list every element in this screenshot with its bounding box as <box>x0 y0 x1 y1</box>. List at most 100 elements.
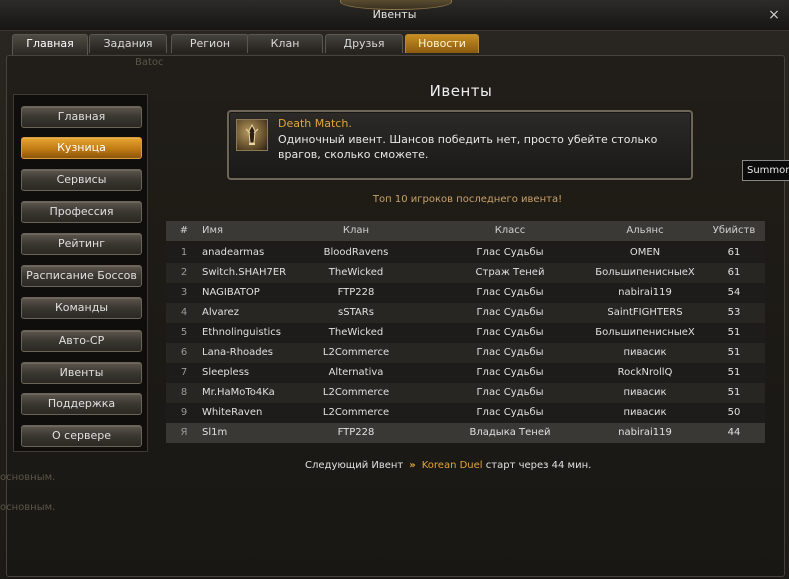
row-name: Mr.HaMoTo4Ka <box>202 387 275 398</box>
row-num: 3 <box>180 287 188 298</box>
row-kills: 51 <box>727 347 741 358</box>
sidebar-item-events[interactable]: Ивенты <box>21 362 142 384</box>
row-clan: TheWicked <box>328 267 384 278</box>
sidebar-item-auto-cp[interactable]: Авто-СР <box>21 330 142 352</box>
row-class: Глас Судьбы <box>476 287 544 298</box>
row-clan: FTP228 <box>337 287 375 298</box>
row-class: Глас Судьбы <box>476 307 544 318</box>
header-clan: Клан <box>342 225 370 236</box>
sidebar: Главная Кузница Сервисы Профессия Рейтин… <box>13 94 148 452</box>
row-ally: nabirai119 <box>618 427 672 438</box>
row-class: Глас Судьбы <box>476 327 544 338</box>
sidebar-item-main[interactable]: Главная <box>21 106 142 128</box>
summon-tooltip[interactable]: Summon <box>742 160 789 181</box>
row-name: Sl1m <box>202 427 228 438</box>
sidebar-item-profession[interactable]: Профессия <box>21 201 142 223</box>
sidebar-item-rating[interactable]: Рейтинг <box>21 233 142 255</box>
row-clan: BloodRavens <box>323 247 389 258</box>
top-players-title: Топ 10 игроков последнего ивента! <box>372 194 563 205</box>
row-ally: пивасик <box>623 347 667 358</box>
row-num: 7 <box>180 367 188 378</box>
row-name: Lana-Rhoades <box>202 347 274 358</box>
row-kills: 51 <box>727 367 741 378</box>
row-num: Я <box>180 427 188 438</box>
background-text: основным. <box>0 472 56 483</box>
tab-friends[interactable]: Друзья <box>325 34 403 53</box>
row-clan: L2Commerce <box>322 387 390 398</box>
header-class: Класс <box>494 225 526 236</box>
table-row[interactable]: 1 anadearmas BloodRavens Глас Судьбы OME… <box>166 243 765 263</box>
window-titlebar: Ивенты × <box>0 0 789 31</box>
row-name: Ethnolinguistics <box>202 327 282 338</box>
row-kills: 54 <box>727 287 741 298</box>
table-row[interactable]: 7 Sleepless Alternativa Глас Судьбы Rock… <box>166 363 765 383</box>
row-clan: L2Commerce <box>322 407 390 418</box>
row-ally: пивасик <box>623 387 667 398</box>
row-class: Страж Теней <box>475 267 545 278</box>
row-class: Глас Судьбы <box>476 247 544 258</box>
row-clan: TheWicked <box>328 327 384 338</box>
row-class: Глас Судьбы <box>476 387 544 398</box>
page-title: Ивенты <box>429 82 493 100</box>
next-event-line: Следующий Ивент » Korean Duel старт через … <box>305 460 591 476</box>
double-chevron-icon: » <box>409 460 416 471</box>
row-ally: БольшипенисныеХ <box>595 327 695 338</box>
header-ally: Альянс <box>626 225 664 236</box>
table-row[interactable]: 4 Alvarez sSTARs Глас Судьбы SaintFIGHTE… <box>166 303 765 323</box>
close-icon[interactable]: × <box>766 7 782 23</box>
window-title: Ивенты <box>372 8 417 21</box>
tab-news[interactable]: Новости <box>405 34 479 53</box>
background-text: основным. <box>0 502 56 513</box>
row-clan: sSTARs <box>338 307 374 318</box>
row-class: Глас Судьбы <box>476 367 544 378</box>
table-row[interactable]: 5 Ethnolinguistics TheWicked Глас Судьбы… <box>166 323 765 343</box>
row-ally: БольшипенисныеХ <box>595 267 695 278</box>
background-text: Batoc <box>135 57 164 68</box>
table-row[interactable]: 2 Switch.SHAH7ER TheWicked Страж Теней Б… <box>166 263 765 283</box>
row-num: 2 <box>180 267 188 278</box>
row-kills: 50 <box>727 407 741 418</box>
tab-main[interactable]: Главная <box>12 34 88 55</box>
row-name: Switch.SHAH7ER <box>202 267 287 278</box>
row-kills: 53 <box>727 307 741 318</box>
sidebar-item-forge[interactable]: Кузница <box>21 137 142 159</box>
sidebar-item-services[interactable]: Сервисы <box>21 169 142 191</box>
event-info-box: Death Match. Одиночный ивент. Шансов поб… <box>227 110 693 180</box>
tab-region[interactable]: Регион <box>171 34 249 53</box>
row-num: 6 <box>180 347 188 358</box>
header-name: Имя <box>202 225 224 236</box>
sidebar-item-support[interactable]: Поддержка <box>21 393 142 415</box>
trophy-icon <box>236 119 268 151</box>
event-name: Death Match. <box>278 117 352 130</box>
table-row[interactable]: 6 Lana-Rhoades L2Commerce Глас Судьбы пи… <box>166 343 765 363</box>
ranking-table: # Имя Клан Класс Альянс Убийств 1 anadea… <box>166 221 765 447</box>
table-header: # Имя Клан Класс Альянс Убийств <box>166 221 765 241</box>
table-row-current-player[interactable]: Я Sl1m FTP228 Владыка Теней nabirai119 4… <box>166 423 765 443</box>
row-class: Владыка Теней <box>469 427 551 438</box>
table-row[interactable]: 9 WhiteRaven L2Commerce Глас Судьбы пива… <box>166 403 765 423</box>
sidebar-item-commands[interactable]: Команды <box>21 297 142 319</box>
sidebar-item-boss-schedule[interactable]: Расписание Боссов <box>21 265 142 287</box>
table-row[interactable]: 8 Mr.HaMoTo4Ka L2Commerce Глас Судьбы пи… <box>166 383 765 403</box>
row-num: 4 <box>180 307 188 318</box>
table-row[interactable]: 3 NAGIBATOP FTP228 Глас Судьбы nabirai11… <box>166 283 765 303</box>
event-description: Одиночный ивент. Шансов победить нет, пр… <box>278 133 658 161</box>
row-num: 9 <box>180 407 188 418</box>
row-num: 8 <box>180 387 188 398</box>
row-name: anadearmas <box>202 247 265 258</box>
header-kills: Убийств <box>712 225 756 236</box>
row-class: Глас Судьбы <box>476 407 544 418</box>
row-clan: L2Commerce <box>322 347 390 358</box>
sidebar-item-about[interactable]: О сервере <box>21 425 142 447</box>
row-num: 5 <box>180 327 188 338</box>
row-class: Глас Судьбы <box>476 347 544 358</box>
row-clan: Alternativa <box>328 367 384 378</box>
tab-quests[interactable]: Задания <box>89 34 167 53</box>
row-ally: RockNrollQ <box>617 367 673 378</box>
row-kills: 61 <box>727 247 741 258</box>
row-name: NAGIBATOP <box>202 287 260 298</box>
row-ally: OMEN <box>629 247 661 258</box>
next-event-name[interactable]: Korean Duel <box>422 460 483 471</box>
tab-clan[interactable]: Клан <box>247 34 323 53</box>
row-kills: 51 <box>727 327 741 338</box>
